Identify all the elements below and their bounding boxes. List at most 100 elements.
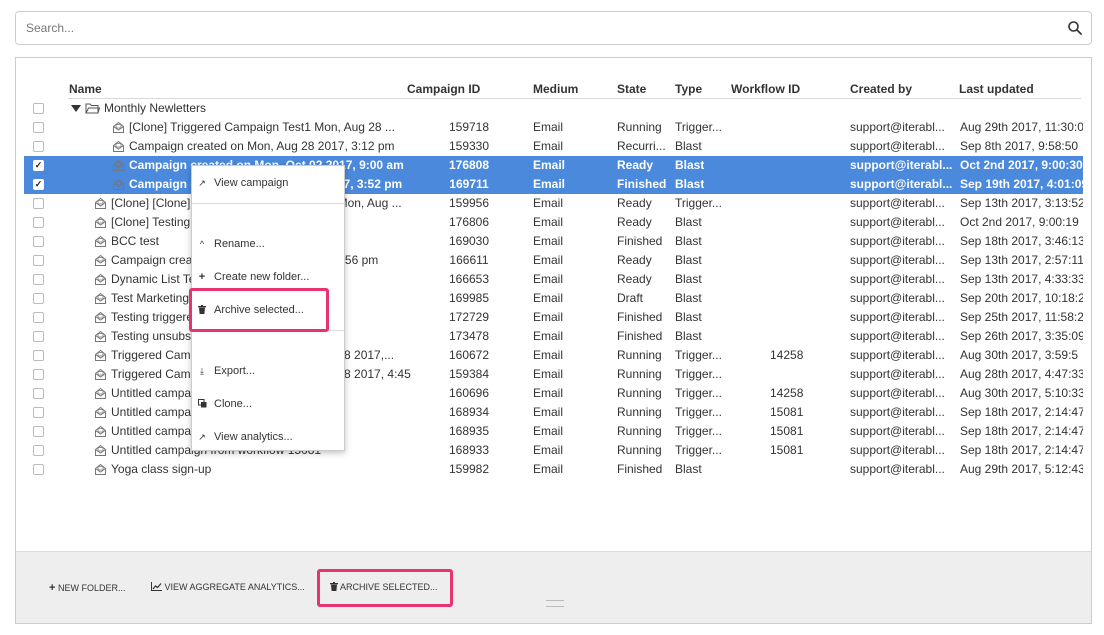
campaign-last-updated: Sep 13th 2017, 3:13:52 — [960, 196, 1083, 210]
new-folder-button[interactable]: + NEW FOLDER... — [49, 582, 125, 594]
campaign-medium: Email — [533, 310, 564, 324]
col-header-workflow-id[interactable]: Workflow ID — [731, 82, 800, 96]
col-header-type[interactable]: Type — [675, 82, 702, 96]
campaign-state: Running — [617, 367, 662, 381]
campaign-last-updated: Sep 18th 2017, 2:14:47 — [960, 443, 1083, 457]
row-checkbox[interactable] — [33, 122, 44, 133]
col-header-campaign-id[interactable]: Campaign ID — [407, 82, 480, 96]
campaign-created-by: support@iterabl... — [850, 272, 945, 286]
table-row[interactable]: Untitled campaign from workflow 14258160… — [24, 384, 1083, 403]
campaign-type: Blast — [675, 329, 702, 343]
col-header-created-by[interactable]: Created by — [850, 82, 912, 96]
menu-item-clone[interactable]: Clone... — [192, 394, 344, 414]
table-row[interactable]: Campaign created on Wed, Sep 13 2017, 2:… — [24, 251, 1083, 270]
campaign-last-updated: Sep 18th 2017, 2:14:47 — [960, 424, 1083, 438]
email-campaign-icon — [94, 349, 107, 362]
row-checkbox[interactable] — [33, 445, 44, 456]
row-checkbox[interactable] — [33, 274, 44, 285]
menu-item-view-analytics[interactable]: ↗ View analytics... — [192, 427, 344, 447]
campaign-name: Yoga class sign-up — [111, 462, 212, 476]
row-checkbox[interactable] — [33, 350, 44, 361]
table-row[interactable]: Untitled campaign from workflow 15081168… — [24, 403, 1083, 422]
table-row[interactable]: BCC test 169030 Email Finished Blast support@… — [24, 232, 1083, 251]
campaign-type: Blast — [675, 291, 702, 305]
copy-icon — [197, 394, 207, 414]
campaign-type: Trigger... — [675, 443, 722, 457]
row-checkbox[interactable] — [33, 198, 44, 209]
campaign-last-updated: Sep 8th 2017, 9:58:50 — [960, 139, 1079, 153]
row-checkbox[interactable] — [33, 369, 44, 380]
table-row[interactable]: Campaign created on Mon, Aug 28 2017, 3:… — [24, 137, 1083, 156]
row-checkbox[interactable] — [33, 293, 44, 304]
table-row[interactable]: ✓Campaign created on Mon, Oct 02 2017, 9… — [24, 156, 1083, 175]
col-header-state[interactable]: State — [617, 82, 646, 96]
row-checkbox[interactable] — [33, 217, 44, 228]
col-header-medium[interactable]: Medium — [533, 82, 578, 96]
email-campaign-icon — [94, 406, 107, 419]
table-row[interactable]: Untitled campaign from workflow 15081168… — [24, 422, 1083, 441]
row-checkbox[interactable] — [33, 464, 44, 475]
campaign-state: Draft — [617, 291, 644, 305]
row-checkbox[interactable] — [33, 388, 44, 399]
folder-row[interactable]: Monthly Newletters — [24, 99, 1083, 118]
campaign-state: Finished — [617, 177, 667, 191]
email-campaign-icon — [94, 311, 107, 324]
menu-item-rename[interactable]: ^ Rename... — [192, 234, 344, 254]
menu-item-create-folder[interactable]: + Create new folder... — [192, 267, 344, 287]
campaign-id: 168934 — [448, 405, 490, 419]
row-checkbox[interactable] — [33, 331, 44, 342]
col-header-last-updated[interactable]: Last updated — [959, 82, 1034, 96]
row-checkbox[interactable] — [33, 407, 44, 418]
campaign-id: 159384 — [448, 367, 490, 381]
resize-handle[interactable] — [546, 600, 564, 607]
menu-item-export[interactable]: ⤓ Export... — [192, 361, 344, 381]
campaign-state: Ready — [617, 215, 652, 229]
campaign-state: Running — [617, 120, 662, 134]
email-campaign-icon — [94, 444, 107, 457]
search-icon[interactable] — [1067, 20, 1083, 36]
table-row[interactable]: [Clone] Testing unsubscribe 176806 Email Re… — [24, 213, 1083, 232]
table-row[interactable]: Dynamic List Test 166653 Email Ready Blast su… — [24, 270, 1083, 289]
row-checkbox[interactable] — [33, 103, 44, 114]
row-checkbox[interactable]: ✓ — [33, 160, 44, 171]
table-row[interactable]: Yoga class sign-up 159982 Email Finished Bla… — [24, 460, 1083, 479]
table-row[interactable]: Test Marketing Campaign 169985 Email Draft B… — [24, 289, 1083, 308]
campaign-type: Trigger... — [675, 196, 722, 210]
table-row[interactable]: Testing triggered 172729 Email Finished Blas… — [24, 308, 1083, 327]
campaign-type: Blast — [675, 158, 705, 172]
campaign-created-by: support@iterabl... — [850, 462, 945, 476]
campaign-last-updated: Aug 30th 2017, 5:10:33 — [960, 386, 1083, 400]
campaign-created-by: support@iterabl... — [850, 329, 945, 343]
campaign-id: 169711 — [449, 177, 489, 191]
campaign-state: Running — [617, 348, 662, 362]
campaign-workflow-id: 15081 — [770, 424, 804, 438]
campaign-id: 168935 — [448, 424, 490, 438]
campaign-type: Blast — [675, 462, 702, 476]
campaign-state: Ready — [617, 196, 652, 210]
campaign-last-updated: Sep 18th 2017, 3:46:13 — [960, 234, 1083, 248]
table-row[interactable]: Untitled campaign from workflow 15081168… — [24, 441, 1083, 460]
table-row[interactable]: Triggered Campaign created on Mon, Aug 2… — [24, 346, 1083, 365]
row-checkbox[interactable] — [33, 236, 44, 247]
campaign-created-by: support@iterabl... — [850, 120, 945, 134]
search-input[interactable] — [24, 20, 1028, 36]
table-row[interactable]: [Clone] [Clone] Triggered Campaign Test1… — [24, 194, 1083, 213]
menu-label: Rename... — [214, 238, 265, 250]
row-checkbox[interactable] — [33, 255, 44, 266]
row-checkbox[interactable] — [33, 141, 44, 152]
table-row[interactable]: Triggered Campaign created on Mon, Aug 2… — [24, 365, 1083, 384]
caret-down-icon[interactable] — [71, 104, 81, 113]
campaign-state: Ready — [617, 253, 652, 267]
row-checkbox[interactable]: ✓ — [33, 179, 44, 190]
table-row[interactable]: Testing unsubscribe 173478 Email Finished Bl… — [24, 327, 1083, 346]
menu-item-view-campaign[interactable]: ↗ View campaign — [192, 173, 344, 193]
row-checkbox[interactable] — [33, 312, 44, 323]
campaign-medium: Email — [533, 424, 564, 438]
campaign-medium: Email — [533, 196, 564, 210]
col-header-name[interactable]: Name — [69, 82, 102, 96]
table-row[interactable]: [Clone] Triggered Campaign Test1 Mon, Au… — [24, 118, 1083, 137]
table-row[interactable]: ✓Campaign created on Tue, Sep 19 2017, 3… — [24, 175, 1083, 194]
row-checkbox[interactable] — [33, 426, 44, 437]
view-aggregate-analytics-button[interactable]: VIEW AGGREGATE ANALYTICS... — [151, 582, 305, 592]
campaign-medium: Email — [533, 329, 564, 343]
